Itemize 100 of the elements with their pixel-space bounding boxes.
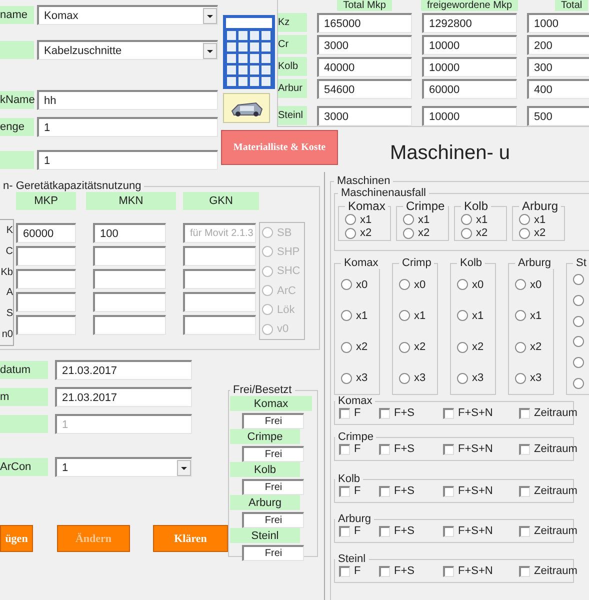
text-field[interactable]: [16, 246, 76, 266]
radio-button[interactable]: [399, 279, 410, 290]
column-header: Total Mkp: [337, 0, 392, 11]
image-button[interactable]: [223, 93, 270, 123]
checkbox[interactable]: [379, 444, 390, 454]
checkbox[interactable]: [379, 526, 390, 536]
radio-button[interactable]: [519, 214, 530, 226]
radio-button[interactable]: [341, 372, 352, 384]
radio-button[interactable]: [341, 342, 352, 353]
radio-button[interactable]: [573, 294, 584, 306]
checkbox[interactable]: [443, 486, 454, 496]
text-field[interactable]: [93, 315, 166, 335]
radio-button[interactable]: [345, 228, 356, 239]
row-label: K: [6, 224, 13, 236]
calculator-icon[interactable]: [223, 15, 275, 89]
text-field[interactable]: 1: [37, 150, 218, 170]
radio-button[interactable]: [461, 228, 472, 239]
checkbox[interactable]: [519, 408, 530, 418]
checkbox[interactable]: [339, 444, 350, 454]
text-field[interactable]: 165000: [317, 13, 412, 33]
radio-button[interactable]: [341, 279, 352, 290]
radio-button[interactable]: [399, 342, 410, 353]
text-field[interactable]: [16, 292, 76, 312]
checkbox[interactable]: [339, 486, 350, 496]
text-field[interactable]: 1000: [527, 13, 589, 33]
radio-button[interactable]: [573, 336, 584, 348]
checkbox[interactable]: [519, 486, 530, 496]
radio-button[interactable]: [573, 378, 584, 390]
text-field[interactable]: 10000: [422, 57, 517, 77]
checkbox[interactable]: [443, 444, 454, 454]
checkbox[interactable]: [443, 408, 454, 418]
checkbox[interactable]: [339, 566, 350, 576]
checkbox[interactable]: [519, 444, 530, 454]
text-field[interactable]: [93, 246, 166, 266]
checkbox[interactable]: [339, 408, 350, 418]
text-field[interactable]: 40000: [317, 57, 412, 77]
text-field[interactable]: 54600: [317, 79, 412, 99]
text-field[interactable]: [183, 269, 256, 289]
dropdown-field[interactable]: Komax: [37, 5, 218, 25]
radio-button[interactable]: [457, 342, 468, 353]
radio-button[interactable]: [519, 228, 530, 239]
radio-button[interactable]: [573, 357, 584, 368]
option-label: x3: [530, 372, 542, 384]
text-field[interactable]: 400: [527, 79, 589, 99]
checkbox[interactable]: [519, 526, 530, 536]
caret-icon[interactable]: [177, 460, 191, 476]
checkbox[interactable]: [519, 566, 530, 576]
text-field[interactable]: 3000: [317, 106, 412, 126]
radio-button[interactable]: [399, 372, 410, 384]
text-field[interactable]: [183, 246, 256, 266]
checkbox[interactable]: [339, 526, 350, 536]
text-field[interactable]: 60000: [16, 223, 76, 243]
radio-button[interactable]: [515, 372, 526, 384]
text-field[interactable]: [93, 292, 166, 312]
checkbox[interactable]: [443, 526, 454, 536]
caret-icon[interactable]: [203, 8, 217, 24]
text-field[interactable]: [183, 315, 256, 335]
field-label: Kolb: [230, 462, 300, 477]
radio-button[interactable]: [403, 214, 414, 226]
text-field[interactable]: 1292800: [422, 13, 517, 33]
radio-button[interactable]: [461, 214, 472, 226]
caret-icon[interactable]: [203, 42, 217, 58]
text-field[interactable]: 21.03.2017: [55, 387, 192, 407]
text-field[interactable]: 500: [527, 106, 589, 126]
radio-button[interactable]: [403, 228, 414, 239]
text-field[interactable]: 200: [527, 35, 589, 55]
group-title: Arburg: [517, 257, 552, 269]
text-field[interactable]: 10000: [422, 106, 517, 126]
radio-button[interactable]: [515, 279, 526, 290]
checkbox[interactable]: [443, 566, 454, 576]
radio-button[interactable]: [573, 316, 584, 327]
radio-button[interactable]: [573, 274, 584, 285]
radio-button[interactable]: [457, 310, 468, 322]
text-field[interactable]: [183, 292, 256, 312]
text-field[interactable]: 3000: [317, 35, 412, 55]
radio-button[interactable]: [341, 310, 352, 322]
dropdown-field[interactable]: 1: [55, 457, 192, 477]
text-field[interactable]: 10000: [422, 35, 517, 55]
radio-button[interactable]: [457, 279, 468, 290]
column-header: MKP: [16, 192, 76, 210]
checkbox[interactable]: [379, 566, 390, 576]
text-field[interactable]: 1: [37, 117, 218, 137]
radio-button[interactable]: [399, 310, 410, 322]
dropdown-field[interactable]: Kabelzuschnitte: [37, 40, 218, 60]
text-field[interactable]: [16, 315, 76, 335]
radio-button[interactable]: [457, 372, 468, 384]
text-field[interactable]: [16, 269, 76, 289]
checkbox[interactable]: [379, 486, 390, 496]
option-label: SB: [277, 226, 292, 239]
radio-button[interactable]: [345, 214, 356, 226]
radio-button[interactable]: [515, 342, 526, 353]
radio-button[interactable]: [515, 310, 526, 322]
status-field: Frei: [242, 479, 304, 495]
checkbox[interactable]: [379, 408, 390, 418]
text-field[interactable]: 21.03.2017: [55, 360, 192, 380]
text-field[interactable]: hh: [37, 90, 218, 110]
text-field[interactable]: [93, 269, 166, 289]
text-field[interactable]: 100: [93, 223, 166, 243]
text-field[interactable]: 300: [527, 57, 589, 77]
text-field[interactable]: 60000: [422, 79, 517, 99]
